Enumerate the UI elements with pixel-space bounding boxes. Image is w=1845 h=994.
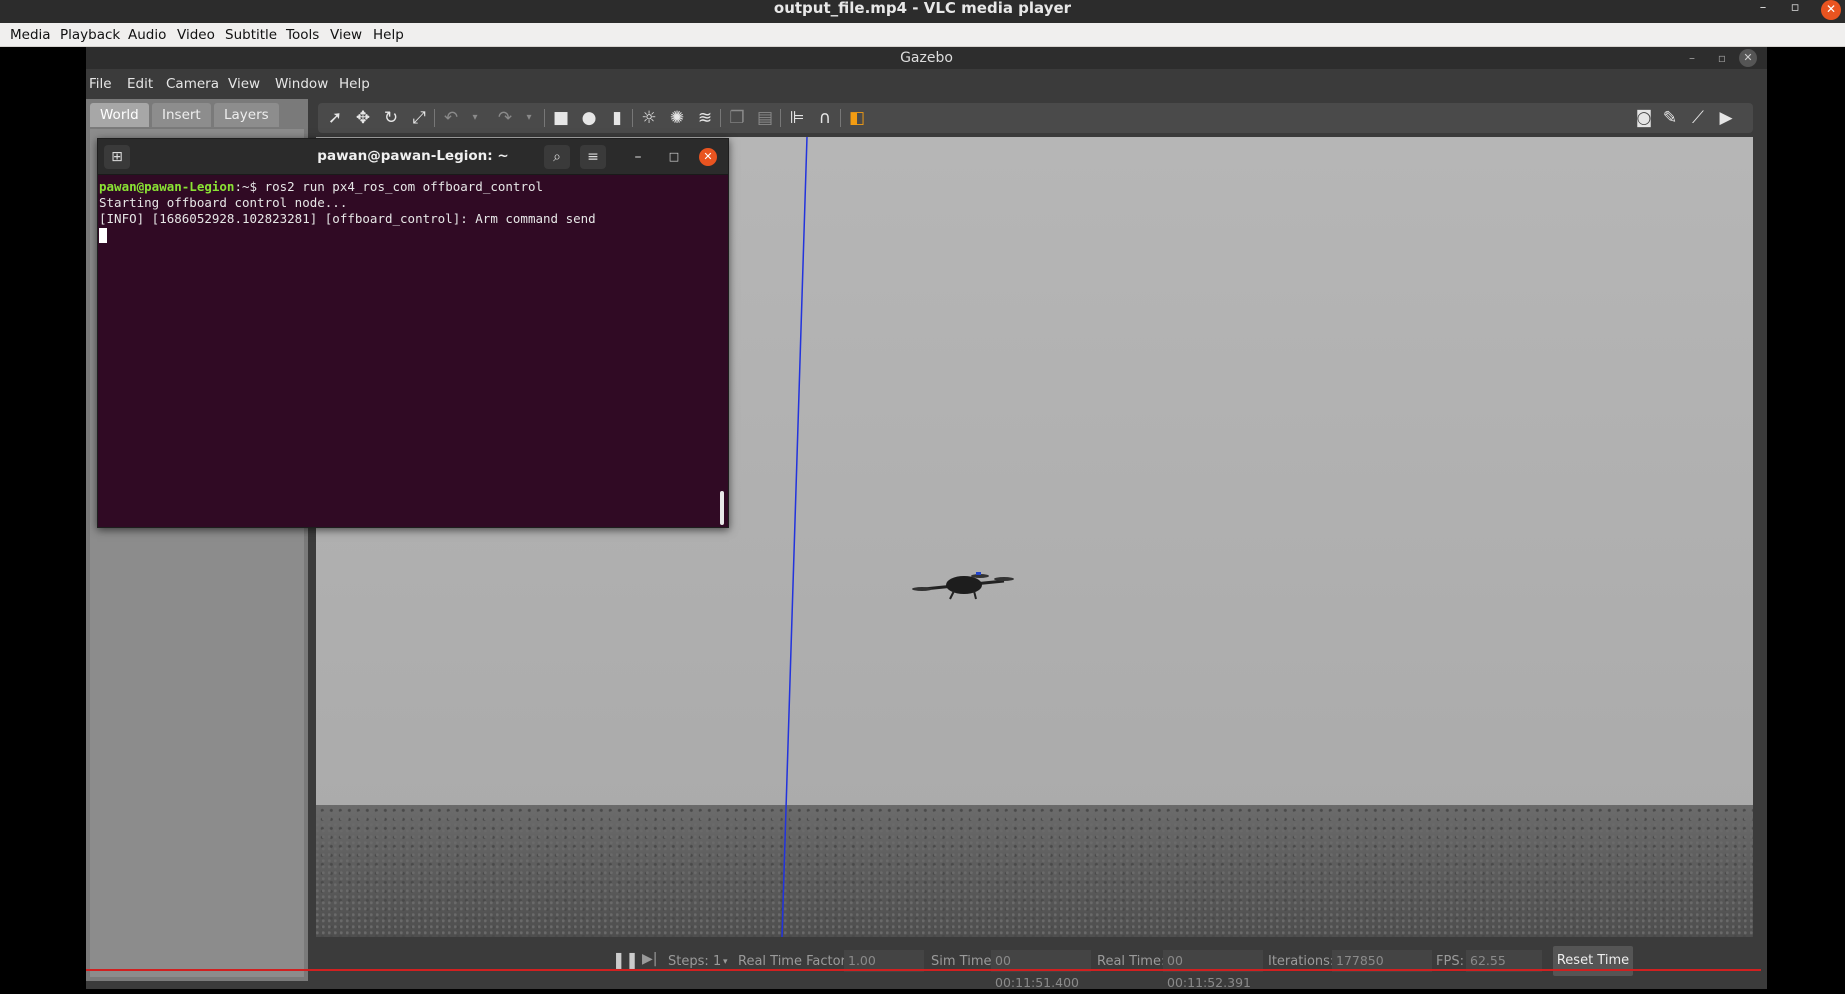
translate-mode-icon: ✥ bbox=[355, 108, 371, 128]
undo-dropdown-icon: ▾ bbox=[472, 112, 478, 123]
toolbar-separator bbox=[632, 109, 633, 127]
align-icon: ⊫ bbox=[789, 108, 805, 128]
gazebo-menu-help: Help bbox=[339, 76, 370, 92]
vlc-menu-help[interactable]: Help bbox=[373, 27, 404, 43]
steps-label: Steps: bbox=[668, 954, 709, 969]
prompt-user: pawan@pawan-Legion bbox=[99, 179, 235, 194]
tab-world: World bbox=[90, 103, 149, 127]
tab-layers: Layers bbox=[214, 103, 279, 127]
sphere-shape-icon: ● bbox=[581, 108, 597, 128]
vlc-close-button[interactable]: ✕ bbox=[1821, 0, 1841, 20]
steps-value: 1 bbox=[713, 954, 722, 969]
toolbar-separator bbox=[780, 109, 781, 127]
paste-icon: ▤ bbox=[756, 108, 774, 128]
iterations-label: Iterations: bbox=[1268, 954, 1335, 969]
toolbar-separator bbox=[720, 109, 721, 127]
hamburger-menu-icon: ≡ bbox=[580, 145, 606, 169]
terminal-window: ⊞ pawan@pawan-Legion: ~ ⌕ ≡ – □ ✕ pawan@… bbox=[97, 138, 729, 528]
vlc-menu-subtitle[interactable]: Subtitle bbox=[225, 27, 277, 43]
vlc-menu-playback[interactable]: Playback bbox=[60, 27, 120, 43]
vlc-seek-progress-line[interactable] bbox=[86, 969, 1761, 971]
sim-time-label: Sim Time: bbox=[931, 954, 996, 969]
gazebo-menu-edit: Edit bbox=[127, 76, 154, 92]
terminal-titlebar: ⊞ pawan@pawan-Legion: ~ ⌕ ≡ – □ ✕ bbox=[98, 139, 728, 175]
gazebo-title: Gazebo bbox=[900, 50, 953, 66]
vlc-maximize-button[interactable]: ▫ bbox=[1784, 0, 1806, 16]
prompt-suffix: :~$ bbox=[234, 179, 265, 194]
change-view-icon: ◧ bbox=[848, 108, 866, 128]
scale-mode-icon: ⤢ bbox=[412, 108, 426, 128]
gazebo-minimize-icon: – bbox=[1689, 51, 1695, 65]
terminal-minimize-icon: – bbox=[634, 149, 642, 165]
redo-dropdown-icon: ▾ bbox=[526, 112, 532, 123]
toolbar-separator bbox=[544, 109, 545, 127]
vlc-menu-media[interactable]: Media bbox=[10, 27, 51, 43]
undo-icon: ↶ bbox=[443, 108, 459, 128]
terminal-line-3: [INFO] [1686052928.102823281] [offboard_… bbox=[99, 211, 596, 226]
gazebo-menu-file: File bbox=[89, 76, 112, 92]
terminal-line-2: Starting offboard control node... bbox=[99, 195, 348, 210]
box-shape-icon: ■ bbox=[552, 108, 570, 128]
video-record-icon: ▶ bbox=[1719, 108, 1733, 128]
gazebo-menu-view: View bbox=[228, 76, 261, 92]
search-icon: ⌕ bbox=[544, 145, 570, 169]
screenshot-icon: ◙ bbox=[1635, 108, 1653, 128]
pause-icon: ❚❚ bbox=[612, 950, 639, 969]
redo-icon: ↷ bbox=[497, 108, 513, 128]
terminal-maximize-icon: □ bbox=[668, 150, 680, 163]
snap-icon: ∩ bbox=[818, 108, 832, 128]
vlc-menu-audio[interactable]: Audio bbox=[128, 27, 166, 43]
terminal-scrollbar bbox=[720, 491, 724, 525]
rotate-mode-icon: ↻ bbox=[383, 108, 399, 128]
select-mode-icon: ➚ bbox=[327, 108, 343, 128]
gazebo-menu-window: Window bbox=[275, 76, 329, 92]
gazebo-menu-camera: Camera bbox=[166, 76, 219, 92]
terminal-cursor bbox=[99, 228, 107, 243]
vlc-menu-video[interactable]: Video bbox=[177, 27, 215, 43]
terminal-command: ros2 run px4_ros_com offboard_control bbox=[264, 179, 544, 194]
real-time-label: Real Time: bbox=[1097, 954, 1166, 969]
gazebo-statusbar: ❚❚ ▶| Steps: 1 ▾ Real Time Factor: 1.00 … bbox=[316, 940, 1753, 990]
gazebo-restore-icon: ▫ bbox=[1717, 51, 1727, 65]
directional-light-icon: ≋ bbox=[697, 108, 713, 128]
fps-label: FPS: bbox=[1436, 954, 1464, 969]
gazebo-menubar: File Edit Camera View Window Help bbox=[86, 69, 1767, 97]
reset-time-button: Reset Time bbox=[1553, 946, 1633, 976]
tab-insert: Insert bbox=[152, 103, 211, 127]
steps-dropdown-icon: ▾ bbox=[723, 957, 728, 967]
gazebo-toolbar: ➚ ✥ ↻ ⤢ ↶ ▾ ↷ ▾ ■ ● ▮ ☼ ✺ ≋ ❐ ▤ ⊫ ∩ ◧ ◙ … bbox=[318, 103, 1753, 133]
vlc-menu-tools[interactable]: Tools bbox=[286, 27, 319, 43]
drone-model bbox=[912, 572, 1014, 600]
rtf-label: Real Time Factor: bbox=[738, 954, 851, 969]
copy-icon: ❐ bbox=[729, 108, 745, 128]
point-light-icon: ☼ bbox=[641, 108, 657, 128]
terminal-output: pawan@pawan-Legion:~$ ros2 run px4_ros_c… bbox=[99, 179, 719, 524]
plot-icon: ⟋ bbox=[1692, 108, 1704, 128]
vlc-minimize-button[interactable]: – bbox=[1752, 0, 1774, 16]
spot-light-icon: ✺ bbox=[669, 108, 685, 128]
toolbar-separator bbox=[434, 109, 435, 127]
cylinder-shape-icon: ▮ bbox=[612, 108, 622, 128]
toolbar-separator bbox=[840, 109, 841, 127]
vlc-menu-view[interactable]: View bbox=[330, 27, 362, 43]
terminal-close-icon: ✕ bbox=[699, 148, 717, 166]
z-axis-line bbox=[781, 137, 808, 937]
gazebo-titlebar: Gazebo – ▫ ✕ bbox=[86, 47, 1767, 69]
vlc-menubar: Media Playback Audio Video Subtitle Tool… bbox=[0, 23, 1845, 47]
gazebo-close-icon: ✕ bbox=[1739, 49, 1757, 67]
step-icon: ▶| bbox=[642, 951, 658, 967]
log-icon: ✎ bbox=[1662, 108, 1678, 128]
